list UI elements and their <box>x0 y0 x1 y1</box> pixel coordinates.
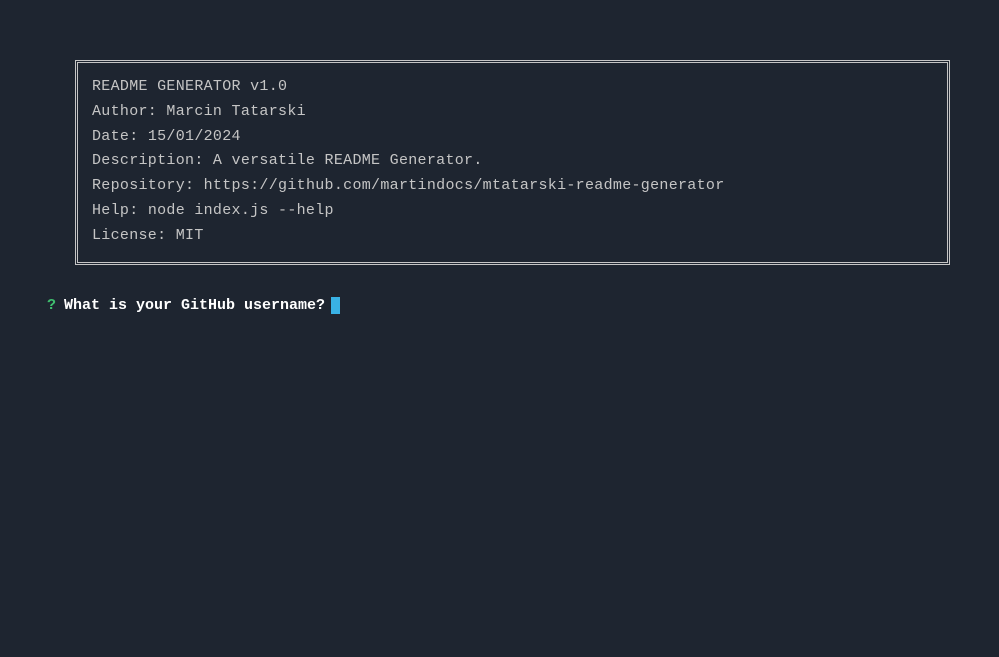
repository-value: https://github.com/martindocs/mtatarski-… <box>204 177 725 194</box>
author-value: Marcin Tatarski <box>166 103 306 120</box>
repository-line: Repository: https://github.com/martindoc… <box>92 174 933 199</box>
repository-label: Repository: <box>92 177 204 194</box>
terminal-window: README GENERATOR v1.0 Author: Marcin Tat… <box>0 0 999 334</box>
prompt-question: What is your GitHub username? <box>64 297 325 314</box>
description-label: Description: <box>92 152 213 169</box>
author-line: Author: Marcin Tatarski <box>92 100 933 125</box>
description-line: Description: A versatile README Generato… <box>92 149 933 174</box>
description-value: A versatile README Generator. <box>213 152 483 169</box>
help-label: Help: <box>92 202 148 219</box>
date-value: 15/01/2024 <box>148 128 241 145</box>
license-label: License: <box>92 227 176 244</box>
prompt-mark-icon: ? <box>47 297 56 314</box>
date-line: Date: 15/01/2024 <box>92 125 933 150</box>
date-label: Date: <box>92 128 148 145</box>
license-value: MIT <box>176 227 204 244</box>
author-label: Author: <box>92 103 166 120</box>
help-value: node index.js --help <box>148 202 334 219</box>
cursor-icon <box>331 297 340 314</box>
app-title: README GENERATOR v1.0 <box>92 75 933 100</box>
prompt-line[interactable]: ? What is your GitHub username? <box>47 297 954 314</box>
help-line: Help: node index.js --help <box>92 199 933 224</box>
info-box: README GENERATOR v1.0 Author: Marcin Tat… <box>75 60 950 265</box>
license-line: License: MIT <box>92 224 933 249</box>
